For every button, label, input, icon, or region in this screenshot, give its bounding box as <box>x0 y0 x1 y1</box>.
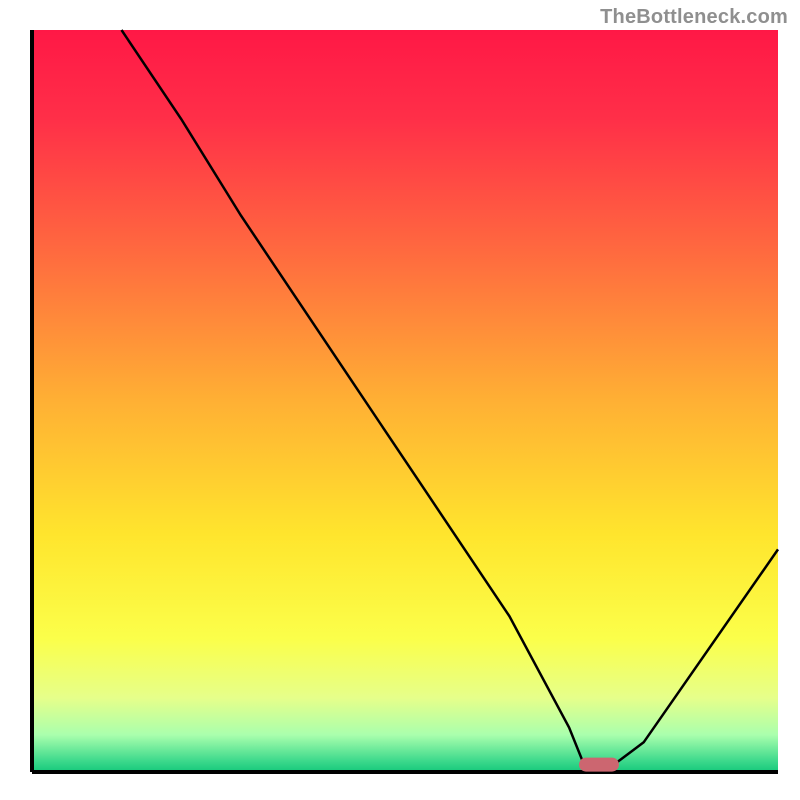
chart-container: { "watermark": "TheBottleneck.com", "cha… <box>0 0 800 800</box>
plot-area <box>32 30 778 772</box>
optimal-marker <box>579 758 619 772</box>
bottleneck-chart <box>0 0 800 800</box>
watermark-text: TheBottleneck.com <box>600 6 788 29</box>
